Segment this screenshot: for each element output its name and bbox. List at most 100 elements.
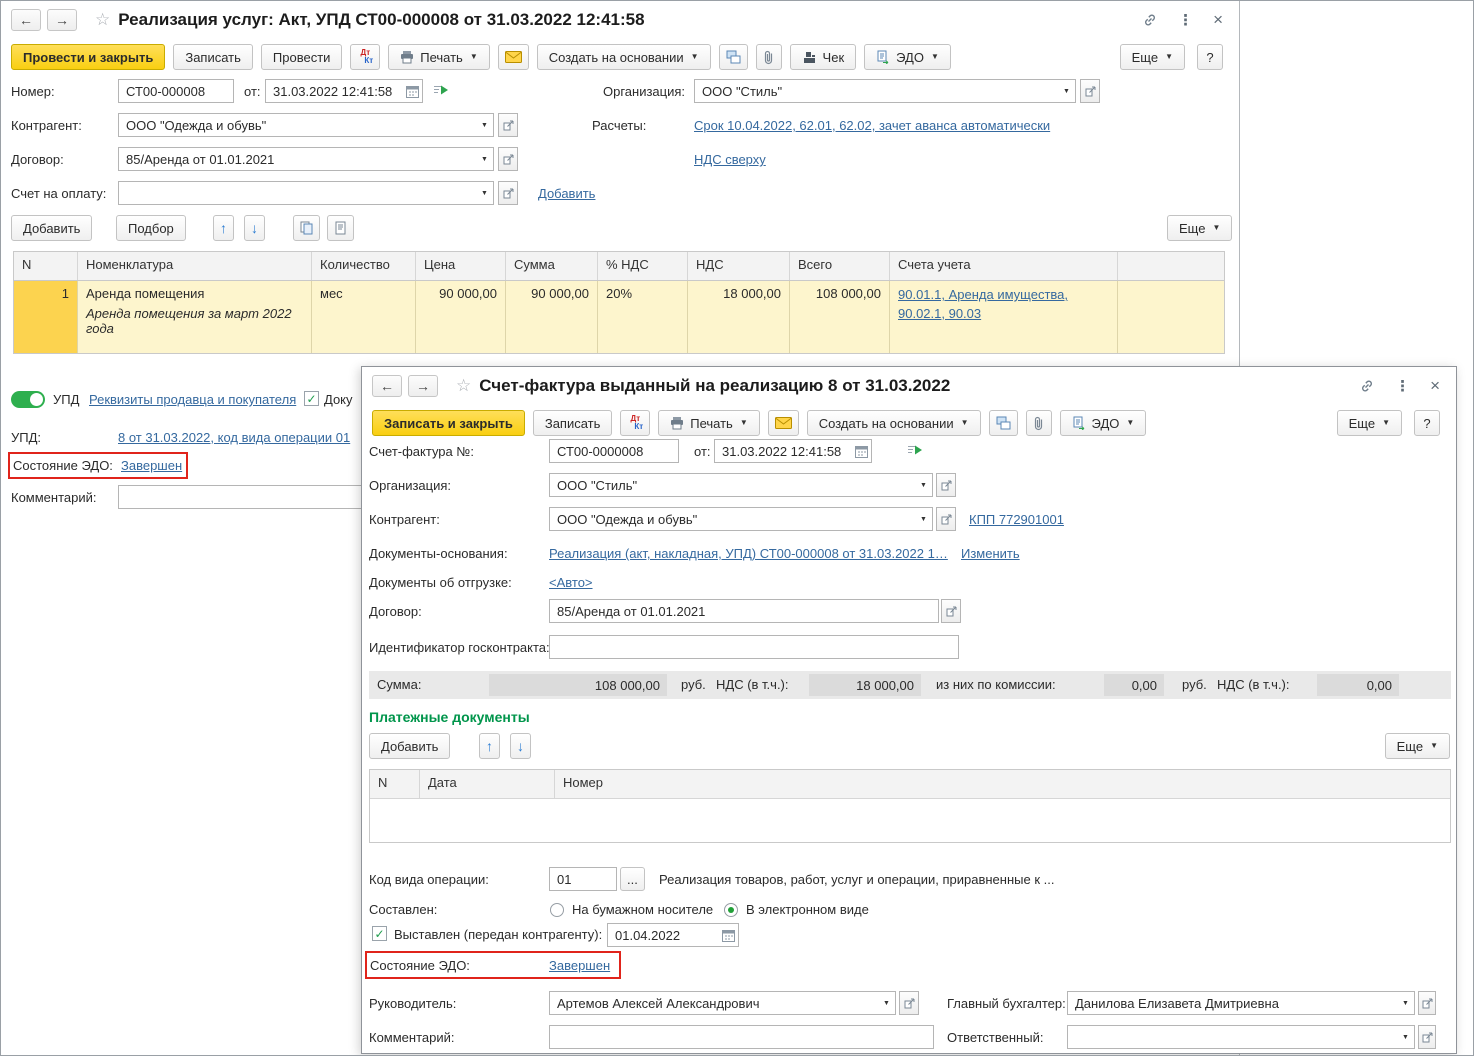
payment-invoice-open-button[interactable] xyxy=(498,181,518,205)
move-up-button[interactable]: ↑ xyxy=(213,215,234,241)
organization-open-button[interactable] xyxy=(936,473,956,497)
vat-on-top-link[interactable]: НДС сверху xyxy=(694,152,766,167)
issued-date-input[interactable]: 01.04.2022 xyxy=(607,923,739,947)
print-button[interactable]: Печать ▼ xyxy=(388,44,490,70)
basis-documents-link[interactable]: Реализация (акт, накладная, УПД) СТ00-00… xyxy=(549,546,948,561)
operation-code-input[interactable]: 01 xyxy=(549,867,617,891)
column-header-vat[interactable]: НДС xyxy=(688,252,790,280)
column-header-n[interactable]: N xyxy=(370,770,420,798)
close-icon[interactable]: × xyxy=(1430,376,1440,396)
invoice-date-input[interactable]: 31.03.2022 12:41:58 xyxy=(714,439,872,463)
paper-radio[interactable] xyxy=(550,903,564,917)
write-and-close-button[interactable]: Записать и закрыть xyxy=(372,410,525,436)
upd-toggle[interactable] xyxy=(11,391,45,408)
column-header-amount[interactable]: Сумма xyxy=(506,252,598,280)
favorite-star-icon[interactable]: ☆ xyxy=(456,376,471,396)
chief-accountant-combo[interactable]: Данилова Елизавета Дмитриевна ▼ xyxy=(1067,991,1415,1015)
column-header-quantity[interactable]: Количество xyxy=(312,252,416,280)
column-header-vat-rate[interactable]: % НДС xyxy=(598,252,688,280)
manager-combo[interactable]: Артемов Алексей Александрович ▼ xyxy=(549,991,896,1015)
items-pick-button[interactable]: Подбор xyxy=(116,215,186,241)
forward-button[interactable]: → xyxy=(47,9,77,31)
document-checkbox[interactable]: ✓ xyxy=(304,391,319,406)
cell-vat-rate[interactable]: 20% xyxy=(598,281,688,353)
shipment-documents-link[interactable]: <Авто> xyxy=(549,575,593,590)
comment-input[interactable] xyxy=(549,1025,934,1049)
fill-arrow-icon[interactable] xyxy=(433,83,449,97)
cell-accounts[interactable]: 90.01.1, Аренда имущества, 90.02.1, 90.0… xyxy=(890,281,1118,353)
payment-invoice-add-link[interactable]: Добавить xyxy=(538,186,595,201)
contract-combo[interactable]: 85/Аренда от 01.01.2021 ▼ xyxy=(118,147,494,171)
payments-add-button[interactable]: Добавить xyxy=(369,733,451,759)
issued-checkbox-label[interactable]: Выставлен (передан контрагенту): xyxy=(394,927,602,942)
responsible-combo[interactable]: ▼ xyxy=(1067,1025,1415,1049)
create-on-basis-button[interactable]: Создать на основании ▼ xyxy=(536,44,711,70)
attachments-button[interactable] xyxy=(1025,410,1052,436)
payments-move-down-button[interactable]: ↓ xyxy=(510,733,531,759)
column-header-accounts[interactable]: Счета учета xyxy=(890,252,1118,280)
items-add-button[interactable]: Добавить xyxy=(11,215,93,241)
back-button[interactable]: ← xyxy=(372,375,402,397)
edo-button[interactable]: ЭДО ▼ xyxy=(864,44,951,70)
edo-button[interactable]: ЭДО ▼ xyxy=(1059,410,1147,436)
document-date-input[interactable]: 31.03.2022 12:41:58 xyxy=(265,79,423,103)
cell-price[interactable]: 90 000,00 xyxy=(416,281,506,353)
contractor-open-button[interactable] xyxy=(498,113,518,137)
payments-move-up-button[interactable]: ↑ xyxy=(479,733,500,759)
more-button[interactable]: Еще ▼ xyxy=(1119,44,1185,70)
copy-row-button[interactable] xyxy=(293,215,320,241)
forward-button[interactable]: → xyxy=(408,375,438,397)
settlements-link[interactable]: Срок 10.04.2022, 62.01, 62.02, зачет ава… xyxy=(694,118,1050,133)
dropdown-icon[interactable]: ▼ xyxy=(915,508,932,530)
send-email-button[interactable] xyxy=(497,44,529,70)
calendar-icon[interactable] xyxy=(718,924,738,946)
number-input[interactable]: СТ00-000008 xyxy=(118,79,234,103)
more-button[interactable]: Еще ▼ xyxy=(1336,410,1402,436)
dropdown-icon[interactable]: ▼ xyxy=(915,474,932,496)
organization-combo[interactable]: ООО "Стиль" ▼ xyxy=(549,473,933,497)
gov-contract-input[interactable] xyxy=(549,635,959,659)
window-menu-icon[interactable]: ⋮ xyxy=(1178,11,1193,29)
column-header-nomenclature[interactable]: Номенклатура xyxy=(78,252,312,280)
issued-checkbox[interactable]: ✓ xyxy=(372,926,387,941)
operation-code-pick-button[interactable]: ... xyxy=(620,867,645,891)
favorite-star-icon[interactable]: ☆ xyxy=(95,10,110,30)
manager-open-button[interactable] xyxy=(899,991,919,1015)
fill-arrow-icon[interactable] xyxy=(907,443,923,457)
edo-state-link[interactable]: Завершен xyxy=(549,958,610,973)
write-button[interactable]: Записать xyxy=(532,410,613,436)
invoice-number-input[interactable]: СТ00-0000008 xyxy=(549,439,679,463)
paper-radio-label[interactable]: На бумажном носителе xyxy=(572,902,713,917)
contractor-open-button[interactable] xyxy=(936,507,956,531)
cell-vat[interactable]: 18 000,00 xyxy=(688,281,790,353)
link-icon[interactable] xyxy=(1142,12,1158,28)
payment-documents-section-title[interactable]: Платежные документы xyxy=(369,709,530,725)
calendar-icon[interactable] xyxy=(851,440,871,462)
post-and-close-button[interactable]: Провести и закрыть xyxy=(11,44,166,70)
items-more-button[interactable]: Еще ▼ xyxy=(1167,215,1233,241)
dropdown-icon[interactable]: ▼ xyxy=(1058,80,1075,102)
column-header-n[interactable]: N xyxy=(14,252,78,280)
dropdown-icon[interactable]: ▼ xyxy=(1397,1026,1414,1048)
back-button[interactable]: ← xyxy=(11,9,41,31)
post-button[interactable]: Провести xyxy=(260,44,343,70)
column-header-date[interactable]: Дата xyxy=(420,770,555,798)
change-link[interactable]: Изменить xyxy=(961,546,1020,561)
close-icon[interactable]: × xyxy=(1213,10,1223,30)
move-down-button[interactable]: ↓ xyxy=(244,215,265,241)
check-receipt-button[interactable]: Чек xyxy=(789,44,857,70)
upd-document-link[interactable]: 8 от 31.03.2022, код вида операции 01 xyxy=(118,430,350,445)
create-on-basis-button[interactable]: Создать на основании ▼ xyxy=(806,410,981,436)
kpp-link[interactable]: КПП 772901001 xyxy=(969,512,1064,527)
column-header-total[interactable]: Всего xyxy=(790,252,890,280)
contractor-combo[interactable]: ООО "Одежда и обувь" ▼ xyxy=(549,507,933,531)
electronic-radio-label[interactable]: В электронном виде xyxy=(746,902,869,917)
cell-nomenclature[interactable]: Аренда помещения Аренда помещения за мар… xyxy=(78,281,312,353)
window-menu-icon[interactable]: ⋮ xyxy=(1395,377,1410,395)
print-button[interactable]: Печать ▼ xyxy=(658,410,760,436)
payments-table-body[interactable] xyxy=(370,798,1450,842)
link-icon[interactable] xyxy=(1359,378,1375,394)
dropdown-icon[interactable]: ▼ xyxy=(1397,992,1414,1014)
organization-open-button[interactable] xyxy=(1080,79,1100,103)
help-button[interactable]: ? xyxy=(1414,410,1440,436)
